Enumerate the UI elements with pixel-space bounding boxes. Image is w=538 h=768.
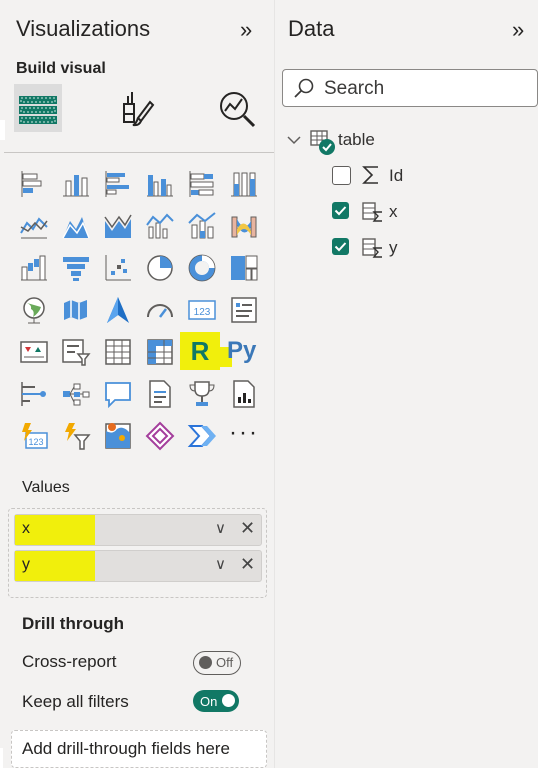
calculated-column-icon	[362, 202, 382, 222]
paginated-report-icon[interactable]	[229, 379, 259, 409]
build-visual-label: Build visual	[16, 60, 106, 77]
stacked-bar-icon[interactable]	[19, 169, 49, 199]
map-icon[interactable]	[19, 295, 49, 325]
field-checkbox-y[interactable]	[332, 238, 349, 255]
arcgis-map-icon[interactable]	[103, 421, 133, 451]
field-name-id[interactable]: Id	[389, 166, 403, 186]
python-visual-icon[interactable]: Py	[227, 336, 263, 366]
cross-report-label: Cross-report	[22, 652, 117, 671]
values-label: Values	[22, 479, 70, 496]
calculated-column-icon	[362, 238, 382, 258]
table-name[interactable]: table	[338, 130, 375, 150]
analytics-magnifier-icon	[220, 92, 256, 128]
line-stacked-column-icon[interactable]	[187, 211, 217, 241]
field-checkbox-x[interactable]	[332, 202, 349, 219]
waterfall-chart-icon[interactable]	[19, 253, 49, 283]
multi-row-card-icon[interactable]	[229, 295, 259, 325]
close-icon[interactable]: ✕	[240, 518, 255, 539]
power-automate-icon-2[interactable]	[187, 421, 217, 451]
field-name: y	[22, 556, 30, 573]
key-influencers-icon[interactable]	[19, 379, 49, 409]
collapse-pane-button[interactable]: »	[512, 17, 525, 43]
collapse-pane-button[interactable]: »	[240, 17, 253, 43]
field-name: x	[22, 520, 30, 537]
pane-edge	[0, 120, 5, 140]
pie-chart-icon[interactable]	[145, 253, 175, 283]
pane-title: Data	[288, 16, 335, 41]
card-icon[interactable]: 123	[187, 295, 217, 325]
data-pane	[274, 0, 538, 768]
analytics-tab[interactable]	[213, 84, 261, 132]
check-icon	[334, 206, 347, 216]
clustered-column-icon[interactable]	[145, 169, 175, 199]
slicer-icon[interactable]	[61, 337, 91, 367]
stacked-column-icon[interactable]	[61, 169, 91, 199]
value-field-y[interactable]: y ∨ ✕	[14, 550, 262, 582]
search-input[interactable]	[282, 69, 538, 107]
toggle-label: On	[200, 694, 218, 709]
stacked-area-icon[interactable]	[103, 211, 133, 241]
svg-text:123: 123	[28, 437, 43, 447]
azure-map-icon[interactable]	[103, 295, 133, 325]
power-automate-icon[interactable]	[61, 421, 91, 451]
100-stacked-column-icon[interactable]	[229, 169, 259, 199]
add-drill-through-fields: Add drill-through fields here	[22, 739, 230, 758]
gauge-icon[interactable]	[145, 295, 175, 325]
metrics-icon[interactable]	[187, 379, 217, 409]
line-chart-icon[interactable]	[19, 211, 49, 241]
format-visual-tab[interactable]	[112, 84, 160, 132]
chevron-down-icon[interactable]: ∨	[215, 519, 226, 537]
drill-through-title: Drill through	[22, 614, 124, 633]
chevron-down-icon[interactable]: ∨	[215, 555, 226, 573]
100-stacked-bar-icon[interactable]	[187, 169, 217, 199]
svg-text:123: 123	[194, 307, 211, 318]
field-name-y[interactable]: y	[389, 238, 398, 258]
funnel-icon[interactable]	[61, 253, 91, 283]
sigma-icon	[362, 166, 378, 184]
ribbon-chart-icon[interactable]	[229, 211, 259, 241]
scatter-chart-icon[interactable]	[103, 253, 133, 283]
tab-divider	[4, 152, 274, 153]
pane-title: Visualizations	[16, 16, 151, 41]
keep-all-filters-label: Keep all filters	[22, 692, 129, 711]
search-placeholder: Search	[324, 78, 385, 99]
close-icon[interactable]: ✕	[240, 554, 255, 575]
build-visual-tab[interactable]	[14, 84, 62, 132]
r-script-visual-icon[interactable]: R	[185, 336, 215, 366]
power-apps-icon[interactable]: 123	[19, 421, 49, 451]
format-paintbrush-icon	[123, 92, 155, 127]
toggle-knob	[222, 694, 235, 707]
keep-all-filters-toggle[interactable]: On	[193, 690, 239, 712]
qa-icon[interactable]	[103, 379, 133, 409]
field-name-x[interactable]: x	[389, 202, 398, 222]
smart-narrative-icon[interactable]	[145, 379, 175, 409]
decomposition-tree-icon[interactable]	[61, 379, 91, 409]
chevron-down-icon[interactable]	[286, 132, 302, 148]
value-field-x[interactable]: x ∨ ✕	[14, 514, 262, 546]
table-icon	[310, 130, 335, 155]
toggle-label: Off	[216, 655, 234, 670]
toggle-knob	[199, 656, 212, 669]
cross-report-toggle[interactable]: Off	[193, 651, 241, 675]
power-apps-icon-2[interactable]	[145, 421, 175, 451]
check-icon	[334, 242, 347, 252]
kpi-icon[interactable]	[19, 337, 49, 367]
treemap-icon[interactable]	[229, 253, 259, 283]
donut-chart-icon[interactable]	[187, 253, 217, 283]
more-visuals-icon[interactable]: ···	[229, 421, 259, 451]
search-icon	[294, 78, 314, 98]
clustered-bar-icon[interactable]	[103, 169, 133, 199]
matrix-icon[interactable]	[145, 337, 175, 367]
build-visual-icon	[19, 96, 57, 124]
area-chart-icon[interactable]	[61, 211, 91, 241]
filled-map-icon[interactable]	[61, 295, 91, 325]
field-checkbox-id[interactable]	[332, 166, 351, 185]
line-clustered-column-icon[interactable]	[145, 211, 175, 241]
table-icon[interactable]	[103, 337, 133, 367]
